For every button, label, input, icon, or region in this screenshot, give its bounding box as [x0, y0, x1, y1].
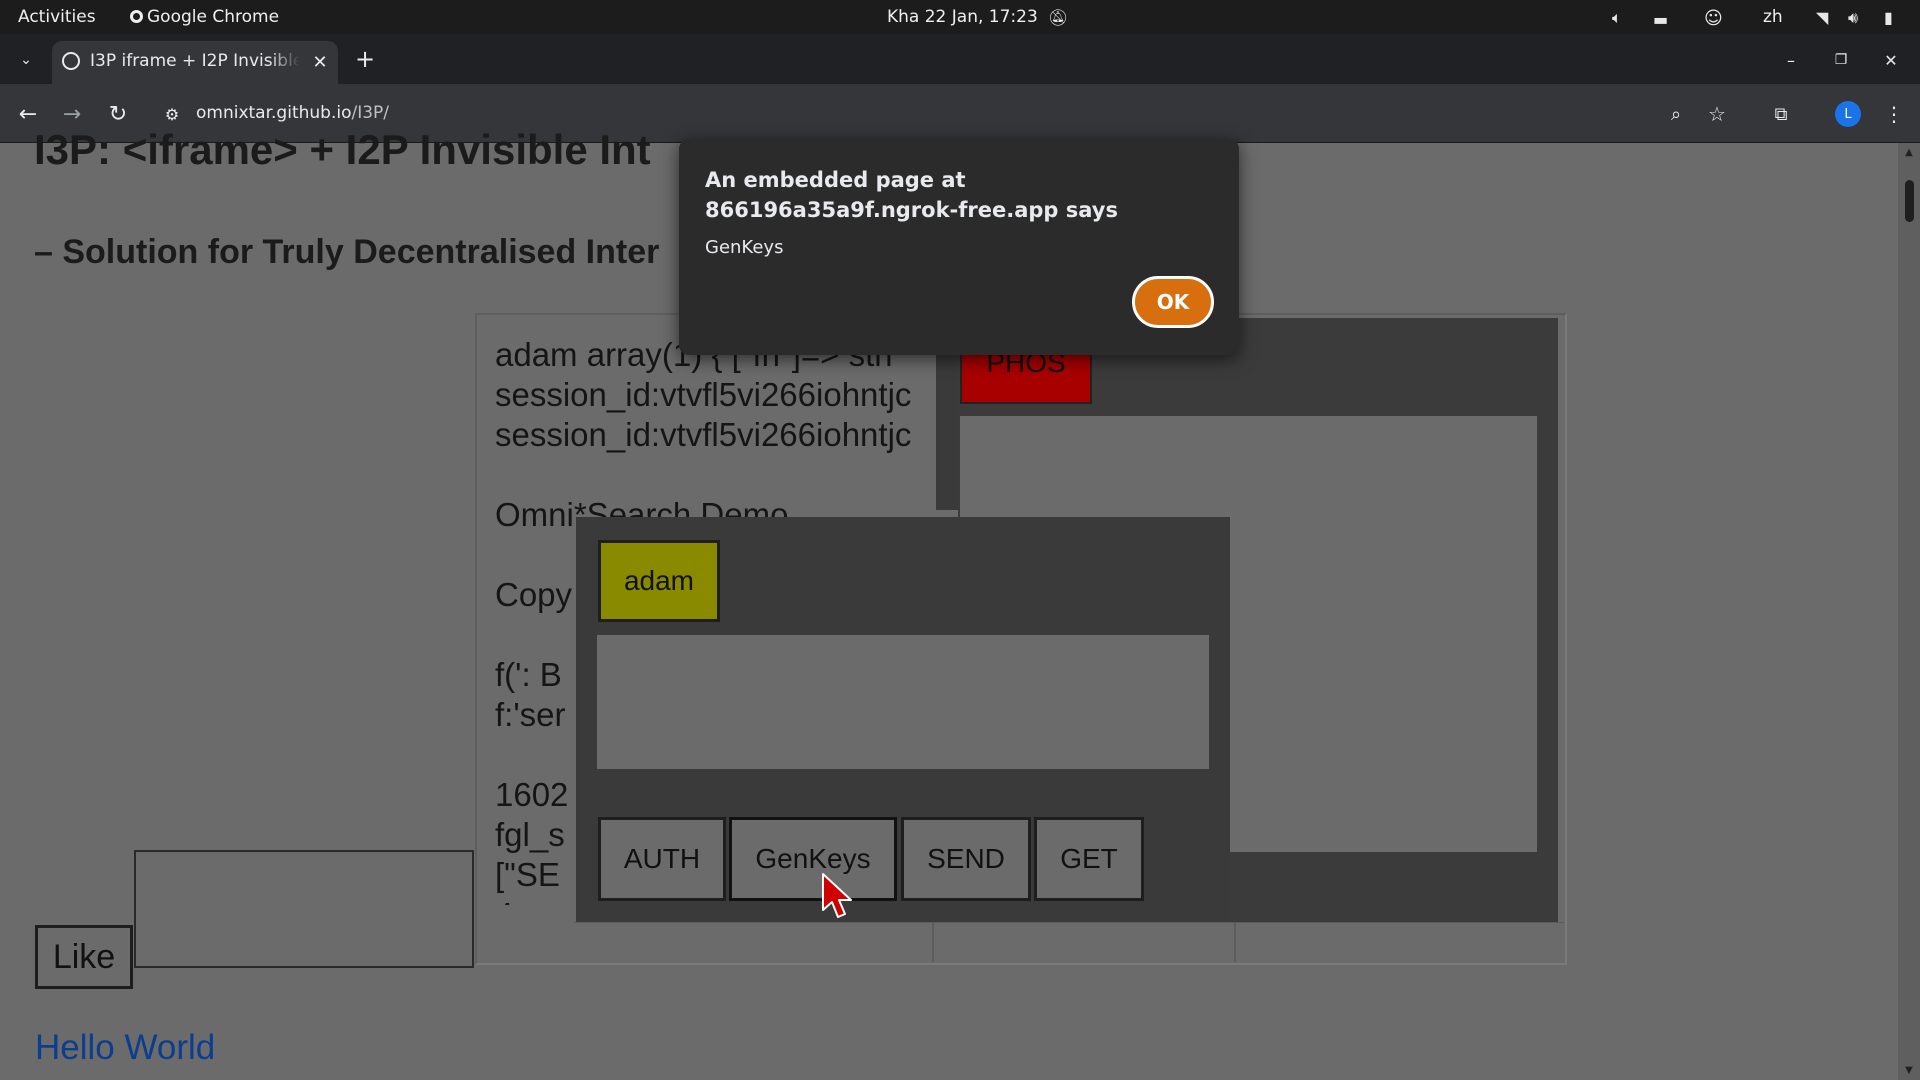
like-button[interactable]: Like [35, 925, 133, 989]
accessibility-icon[interactable]: ☺ [1704, 8, 1723, 29]
globe-icon [62, 52, 80, 70]
volume-icon[interactable]: 🔊︎ [1848, 8, 1858, 28]
frame-divider [936, 337, 958, 510]
extensions-icon[interactable]: ⧉ [1767, 100, 1795, 128]
battery-icon[interactable]: ▮ [1884, 8, 1893, 27]
scrollbar-thumb[interactable] [1905, 180, 1914, 222]
app-name: Google Chrome [147, 7, 280, 27]
send-button[interactable]: SEND [901, 817, 1031, 901]
profile-avatar[interactable]: L [1835, 101, 1861, 127]
dialog-ok-button[interactable]: OK [1132, 276, 1214, 328]
clock[interactable]: Kha 22 Jan, 17:23 [887, 7, 1038, 27]
auth-button[interactable]: AUTH [598, 817, 726, 901]
site-info-icon[interactable]: ⚙ [158, 100, 186, 128]
tab-title: I3P iframe + I2P Invisible [90, 51, 300, 71]
address-bar[interactable]: omnixtar.github.io/I3P/ [196, 103, 389, 123]
frame-separator [1234, 922, 1236, 962]
close-window-icon[interactable]: ✕ [1876, 46, 1906, 74]
bookmark-star-icon[interactable]: ☆ [1703, 100, 1731, 128]
zoom-icon[interactable]: ⌕ [1662, 100, 1690, 128]
system-top-bar: Activities Google Chrome Kha 22 Jan, 17:… [0, 0, 1920, 34]
forward-icon[interactable]: → [58, 100, 86, 128]
input-method-indicator[interactable]: zh [1763, 7, 1783, 27]
wifi-icon[interactable]: ◥ [1816, 8, 1828, 27]
close-tab-icon[interactable]: ✕ [310, 51, 330, 73]
message-textbox[interactable] [597, 635, 1209, 769]
alert-dialog: An embedded page at 866196a35a9f.ngrok-f… [679, 139, 1239, 355]
frame-separator [932, 922, 934, 962]
chrome-menu-icon[interactable]: ⋮ [1880, 100, 1908, 128]
page-heading: I3P: <iframe> + I2P Invisible Int [34, 126, 651, 173]
hello-world-link[interactable]: Hello World [35, 1028, 215, 1068]
page-scrollbar[interactable] [1898, 143, 1920, 1080]
page-subheading: – Solution for Truly Decentralised Inter [34, 233, 660, 271]
active-tab[interactable]: I3P iframe + I2P Invisible ✕ [52, 41, 338, 84]
minimize-icon[interactable]: – [1776, 46, 1806, 74]
restore-icon[interactable]: ❐ [1826, 46, 1856, 74]
reload-icon[interactable]: ↻ [104, 100, 132, 128]
notifications-muted-icon: 🔕︎ [1048, 8, 1069, 27]
dialog-message: GenKeys [705, 237, 784, 258]
url-path: /I3P/ [351, 103, 390, 123]
chrome-icon [130, 10, 143, 23]
scroll-down-icon[interactable]: ▼ [1900, 1062, 1918, 1078]
dialog-title: An embedded page at 866196a35a9f.ngrok-f… [705, 168, 1118, 222]
activities-button[interactable]: Activities [18, 7, 96, 27]
adam-user-button[interactable]: adam [598, 540, 720, 622]
keyboard-icon[interactable]: ▬ [1653, 10, 1668, 29]
new-tab-icon[interactable]: + [350, 44, 380, 74]
frame-bottom-row [574, 922, 1564, 963]
mouse-cursor-icon [822, 873, 852, 918]
url-host: omnixtar.github.io [196, 103, 352, 123]
get-button[interactable]: GET [1034, 817, 1144, 901]
back-icon[interactable]: ← [14, 100, 42, 128]
app-menu[interactable]: Google Chrome [130, 7, 279, 27]
comment-textarea[interactable] [134, 850, 474, 968]
tab-search-chevron-icon[interactable]: ⌄ [12, 46, 40, 74]
speaker-low-icon: 🔈︎ [1612, 8, 1622, 27]
genkeys-button[interactable]: GenKeys [729, 817, 897, 901]
scroll-up-icon[interactable]: ▲ [1900, 144, 1918, 160]
